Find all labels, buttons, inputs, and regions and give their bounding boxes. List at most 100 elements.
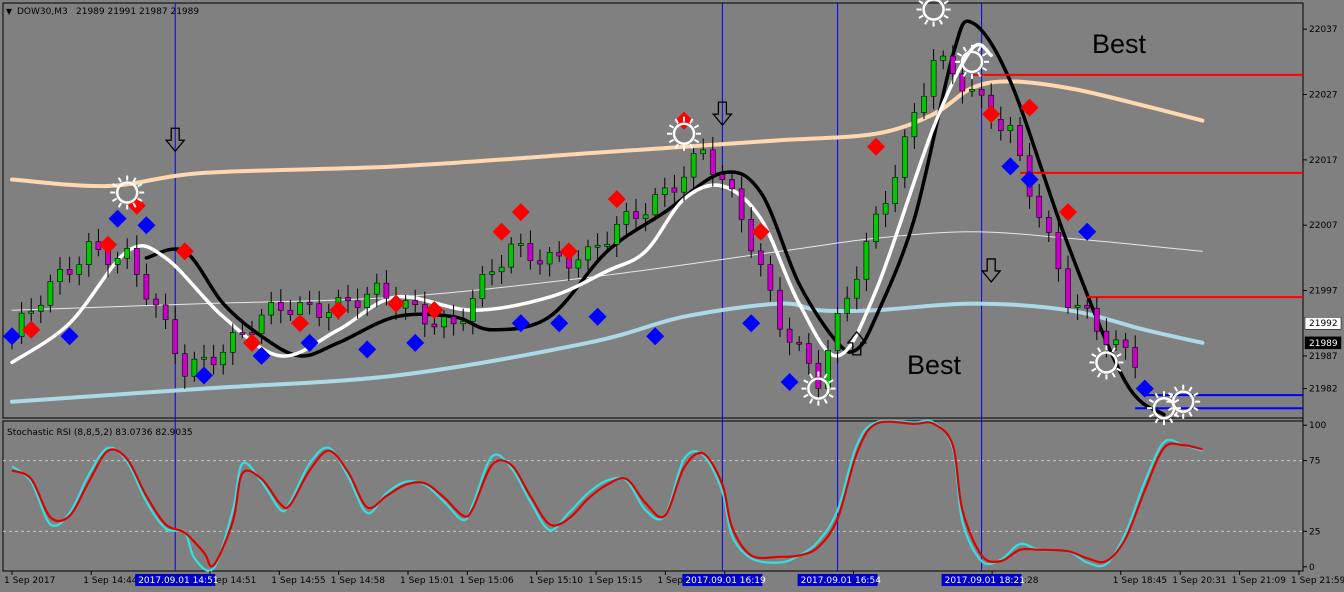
- candle-body: [201, 356, 207, 360]
- candle-body: [911, 112, 918, 138]
- candle-body: [431, 323, 438, 328]
- candle-body: [489, 271, 495, 275]
- candle-body: [901, 136, 908, 178]
- price-tick-label: 22027: [1309, 90, 1338, 100]
- candle-body: [1065, 268, 1071, 308]
- candle-body: [921, 95, 927, 113]
- candle-body: [882, 203, 889, 215]
- price-axis: 22037 22027 22017 22007 21997 21987 21982 21992…: [1303, 25, 1342, 395]
- candle-body: [623, 211, 630, 225]
- price-tick-label: 22007: [1309, 221, 1338, 231]
- candle-body: [182, 353, 188, 377]
- candle-body: [124, 248, 130, 259]
- candle-body: [604, 244, 611, 247]
- candle-body: [748, 219, 755, 252]
- candle-body: [978, 88, 985, 96]
- candle-body: [585, 246, 591, 261]
- candle-body: [306, 302, 313, 305]
- time-tick-label: 1 Sep 20:31: [1172, 576, 1226, 586]
- candle-body: [1007, 125, 1014, 131]
- candle-body: [1084, 304, 1090, 309]
- candle-body: [450, 316, 457, 325]
- candle-body: [949, 55, 956, 75]
- ohlc-label: 21989 21991 21987 21989: [76, 7, 199, 17]
- time-axis: 1 Sep 2017 1 Sep 14:44 1 Sep 14:51 1 Sep 14…: [4, 571, 1344, 586]
- candle-body: [354, 300, 361, 308]
- candle-body: [546, 252, 553, 265]
- candle-body: [517, 243, 524, 246]
- candle-body: [460, 321, 467, 325]
- candle-body: [469, 298, 476, 322]
- candle-body: [498, 266, 505, 273]
- indicator-axis: 100 75 25 0: [1303, 421, 1326, 573]
- candle-body: [1113, 339, 1119, 345]
- candle-body: [969, 88, 975, 92]
- candle-body: [66, 269, 73, 275]
- candle-body: [853, 278, 860, 299]
- candle-body: [220, 351, 226, 366]
- candle-body: [268, 301, 275, 316]
- dropdown-arrow-icon[interactable]: ▼: [6, 7, 13, 16]
- candle-body: [239, 332, 246, 335]
- candle-body: [633, 211, 639, 219]
- candle-body: [373, 282, 380, 295]
- time-tick-label: 1 Sep 14:58: [331, 576, 386, 586]
- time-tick-label: 1 Sep 15:06: [459, 576, 514, 586]
- candle-body: [834, 312, 841, 351]
- price-tick-label: 22037: [1309, 25, 1338, 35]
- candle-body: [47, 281, 54, 306]
- candle-body: [873, 213, 879, 243]
- candle-body: [18, 312, 25, 337]
- candle-body: [613, 224, 620, 245]
- candle-body: [508, 243, 515, 268]
- candle-body: [537, 260, 543, 265]
- candle-body: [316, 303, 323, 318]
- candle-body: [757, 250, 764, 265]
- candle-body: [844, 297, 851, 314]
- candle-body: [191, 358, 198, 377]
- candle-body: [777, 289, 783, 330]
- candle-body: [690, 153, 697, 178]
- candle-body: [805, 343, 812, 364]
- symbol-label: DOW30,M3: [17, 7, 68, 17]
- marker-time-label: 2017.09.01 16:54: [801, 576, 882, 586]
- candle-body: [210, 356, 217, 366]
- candle-body: [57, 269, 63, 282]
- marker-time-label: 2017.09.01 16:19: [685, 576, 766, 586]
- candle-body: [325, 312, 332, 318]
- candle-body: [345, 297, 351, 302]
- candle-body: [1132, 347, 1138, 368]
- best-label-bottom: Best: [907, 350, 962, 380]
- candle-body: [681, 176, 687, 193]
- candle-body: [86, 241, 92, 266]
- trading-chart[interactable]: 22037 22027 22017 22007 21997 21987 21982 21992…: [0, 0, 1344, 592]
- candle-body: [143, 274, 150, 300]
- candle-body: [700, 149, 707, 154]
- candle-body: [796, 341, 803, 345]
- candle-body: [76, 264, 82, 275]
- candle-body: [277, 301, 284, 311]
- candle-body: [671, 187, 678, 193]
- candle-body: [997, 118, 1004, 131]
- best-label-top: Best: [1092, 29, 1147, 59]
- current-price-label: 21989: [1309, 339, 1338, 349]
- candle-body: [1094, 307, 1100, 332]
- current-price-label: 21992: [1309, 319, 1338, 329]
- candle-body: [153, 298, 159, 306]
- candle-body: [441, 316, 447, 328]
- indicator-tick-label: 0: [1309, 563, 1315, 573]
- candle-body: [892, 177, 899, 204]
- price-tick-label: 21997: [1309, 287, 1338, 297]
- time-tick-label: 1 Sep 15:01: [400, 576, 454, 586]
- candle-body: [1055, 232, 1062, 270]
- candle-body: [709, 149, 716, 175]
- indicator-pane[interactable]: [2, 420, 1304, 572]
- candle-body: [134, 248, 140, 275]
- candle-body: [940, 55, 947, 61]
- candle-body: [1017, 125, 1023, 157]
- candle-body: [162, 304, 169, 320]
- candle-body: [172, 319, 178, 355]
- indicator-tick-label: 100: [1309, 421, 1326, 431]
- time-tick-label: 1 Sep 2017: [4, 576, 55, 586]
- time-tick-label: 1 Sep 14:55: [271, 576, 325, 586]
